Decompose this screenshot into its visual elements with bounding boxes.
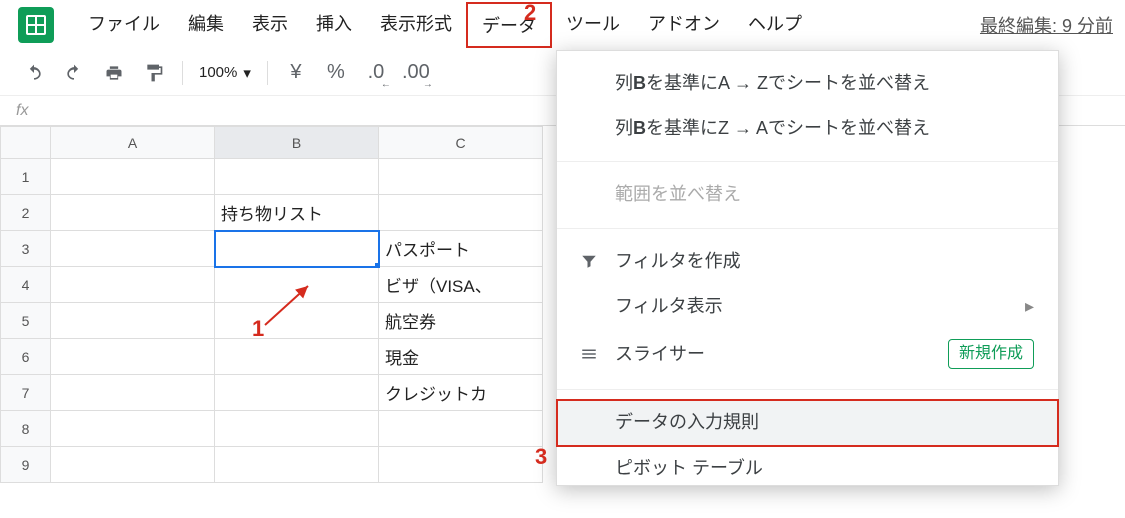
row-header[interactable]: 3 [1, 231, 51, 267]
cell[interactable] [215, 339, 379, 375]
row-header[interactable]: 7 [1, 375, 51, 411]
cell[interactable] [51, 447, 215, 483]
row-header[interactable]: 4 [1, 267, 51, 303]
cell[interactable] [51, 411, 215, 447]
menu-create-filter[interactable]: フィルタを作成 [557, 239, 1058, 284]
data-menu-dropdown: 列 B を基準にA → Zでシートを並べ替え 列 B を基準にZ → Aでシート… [556, 50, 1059, 486]
cell[interactable] [379, 447, 543, 483]
last-edit-link[interactable]: 最終編集: 9 分前 [980, 12, 1115, 38]
cell-selected[interactable] [215, 231, 379, 267]
undo-button[interactable] [16, 55, 52, 91]
slicer-icon [577, 345, 601, 363]
menu-view[interactable]: 表示 [238, 2, 302, 48]
cell[interactable]: クレジットカ [379, 375, 543, 411]
increase-decimal-button[interactable]: .00→ [398, 55, 434, 91]
menu-filter-views[interactable]: フィルタ表示 ▸ [557, 284, 1058, 329]
cell[interactable] [51, 267, 215, 303]
decrease-decimal-button[interactable]: .0← [358, 55, 394, 91]
menubar: ファイル 編集 表示 挿入 表示形式 データ ツール アドオン ヘルプ 最終編集… [0, 0, 1125, 50]
menu-file[interactable]: ファイル [74, 2, 174, 48]
zoom-select[interactable]: 100% ▾ [193, 60, 257, 86]
col-header-c[interactable]: C [379, 127, 543, 159]
cell[interactable] [215, 411, 379, 447]
print-button[interactable] [96, 55, 132, 91]
cell[interactable] [215, 447, 379, 483]
zoom-value: 100% [199, 64, 237, 81]
cell[interactable]: 航空券 [379, 303, 543, 339]
cell[interactable] [215, 375, 379, 411]
menu-data[interactable]: データ [466, 2, 552, 48]
menu-slicer[interactable]: スライサー 新規作成 [557, 329, 1058, 379]
row-header[interactable]: 1 [1, 159, 51, 195]
cell[interactable] [51, 375, 215, 411]
menu-tools[interactable]: ツール [552, 2, 634, 48]
paint-format-button[interactable] [136, 55, 172, 91]
menu-sort-desc[interactable]: 列 B を基準にZ → Aでシートを並べ替え [557, 106, 1058, 151]
cell[interactable]: 現金 [379, 339, 543, 375]
cell[interactable] [215, 303, 379, 339]
cell[interactable]: 持ち物リスト [215, 195, 379, 231]
menu-help[interactable]: ヘルプ [734, 2, 816, 48]
cell[interactable] [379, 159, 543, 195]
cell[interactable] [215, 159, 379, 195]
col-header-a[interactable]: A [51, 127, 215, 159]
menu-edit[interactable]: 編集 [174, 2, 238, 48]
cell[interactable] [51, 195, 215, 231]
row-header[interactable]: 5 [1, 303, 51, 339]
cell[interactable] [51, 339, 215, 375]
filter-icon [577, 252, 601, 270]
menu-addons[interactable]: アドオン [634, 2, 734, 48]
sheets-logo [18, 7, 54, 43]
cell[interactable]: ビザ（VISA、 [379, 267, 543, 303]
new-badge: 新規作成 [948, 339, 1034, 369]
row-header[interactable]: 6 [1, 339, 51, 375]
submenu-arrow-icon: ▸ [1025, 294, 1034, 319]
menu-insert[interactable]: 挿入 [302, 2, 366, 48]
format-currency-button[interactable]: ¥ [278, 55, 314, 91]
format-percent-button[interactable]: % [318, 55, 354, 91]
fx-label: fx [16, 102, 28, 120]
row-header[interactable]: 9 [1, 447, 51, 483]
cell[interactable] [215, 267, 379, 303]
cell[interactable] [51, 231, 215, 267]
menu-sort-asc[interactable]: 列 B を基準にA → Zでシートを並べ替え [557, 61, 1058, 106]
menu-data-validation[interactable]: データの入力規則 [557, 400, 1058, 445]
row-header[interactable]: 8 [1, 411, 51, 447]
cell[interactable] [379, 411, 543, 447]
cell[interactable] [51, 159, 215, 195]
cell[interactable] [379, 195, 543, 231]
col-header-b[interactable]: B [215, 127, 379, 159]
cell[interactable]: パスポート [379, 231, 543, 267]
menu-sort-range: 範囲を並べ替え [557, 172, 1058, 217]
dropdown-caret-icon: ▾ [243, 64, 251, 82]
redo-button[interactable] [56, 55, 92, 91]
cell[interactable] [51, 303, 215, 339]
menu-pivot-table[interactable]: ピボット テーブル [557, 446, 1058, 481]
menu-format[interactable]: 表示形式 [366, 2, 466, 48]
row-header[interactable]: 2 [1, 195, 51, 231]
